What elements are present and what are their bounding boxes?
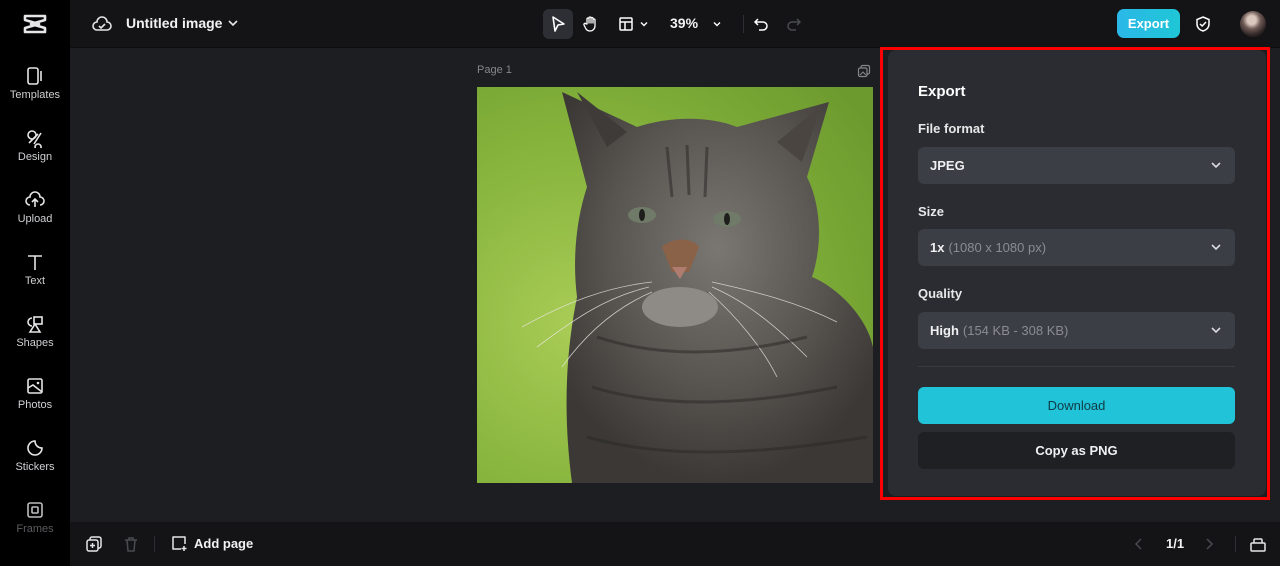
size-detail: (1080 x 1080 px) <box>948 240 1047 255</box>
frames-icon <box>27 502 43 518</box>
shapes-icon <box>27 316 43 333</box>
text-icon <box>28 255 42 270</box>
rail-item-templates[interactable]: Templates <box>0 66 70 122</box>
next-page-icon[interactable] <box>1200 535 1218 553</box>
pages-panel-icon[interactable] <box>1249 535 1267 553</box>
rail-item-shapes[interactable]: Shapes <box>0 314 70 370</box>
hand-tool-button[interactable] <box>576 9 606 39</box>
add-page-icon <box>172 536 187 551</box>
user-avatar[interactable] <box>1240 11 1266 37</box>
export-panel: Export File format JPEG Size 1x (1080 x … <box>888 50 1266 496</box>
rail-label: Upload <box>17 213 53 225</box>
chevron-down-icon <box>713 22 721 27</box>
photos-icon <box>27 378 43 394</box>
quality-value: High <box>930 323 959 338</box>
canvas-image-cat[interactable] <box>477 87 873 483</box>
bottom-bar: Add page 1/1 <box>70 522 1280 566</box>
rail-label: Design <box>17 151 53 163</box>
hand-icon <box>583 16 596 32</box>
trash-icon[interactable] <box>122 535 140 553</box>
layout-menu-button[interactable] <box>612 9 656 39</box>
rail-item-design[interactable]: Design <box>0 128 70 184</box>
panel-divider <box>918 366 1235 367</box>
bottombar-divider <box>154 536 155 552</box>
rail-label: Frames <box>16 523 54 535</box>
templates-icon <box>27 67 42 85</box>
page-label: Page 1 <box>477 64 512 76</box>
chevron-down-icon <box>1211 244 1221 251</box>
chevron-down-icon <box>640 22 648 27</box>
add-page-label: Add page <box>194 535 254 551</box>
quality-label: Quality <box>918 286 963 301</box>
copy-as-png-button[interactable]: Copy as PNG <box>918 432 1235 469</box>
rail-label: Templates <box>9 89 61 101</box>
toolbar-divider <box>743 15 744 33</box>
capcut-logo-icon <box>23 14 47 34</box>
cloud-sync-icon[interactable] <box>92 14 112 34</box>
quality-select[interactable]: High (154 KB - 308 KB) <box>918 312 1235 349</box>
cursor-icon <box>552 16 565 32</box>
size-label: Size <box>918 204 945 219</box>
page-counter: 1/1 <box>1166 536 1185 551</box>
rail-item-stickers[interactable]: Stickers <box>0 438 70 494</box>
rail-item-frames[interactable]: Frames <box>0 500 70 556</box>
size-select[interactable]: 1x (1080 x 1080 px) <box>918 229 1235 266</box>
file-format-select[interactable]: JPEG <box>918 147 1235 184</box>
duplicate-page-icon[interactable] <box>85 535 103 553</box>
redo-button[interactable] <box>779 9 809 39</box>
chevron-down-icon <box>1211 162 1221 169</box>
rail-label: Photos <box>17 399 53 411</box>
file-format-value: JPEG <box>930 158 965 173</box>
zoom-level[interactable]: 39% <box>670 15 698 31</box>
rail-label: Shapes <box>16 337 54 349</box>
upload-icon <box>25 191 45 207</box>
cat-photo-illustration <box>477 87 873 483</box>
export-button[interactable]: Export <box>1117 9 1180 38</box>
add-page-button[interactable]: Add page <box>170 534 253 552</box>
bottombar-divider <box>1235 536 1236 552</box>
left-rail: Templates Design Upload Text Shapes Phot… <box>0 0 70 566</box>
top-bar: Untitled image 39% Export <box>70 0 1280 48</box>
quality-detail: (154 KB - 308 KB) <box>962 323 1069 338</box>
size-value: 1x <box>930 240 945 255</box>
document-title[interactable]: Untitled image <box>126 15 222 31</box>
redo-icon <box>787 18 802 31</box>
stickers-icon <box>27 440 43 456</box>
undo-icon <box>753 18 768 31</box>
rail-item-text[interactable]: Text <box>0 252 70 308</box>
rail-item-upload[interactable]: Upload <box>0 190 70 246</box>
rail-item-photos[interactable]: Photos <box>0 376 70 432</box>
select-tool-button[interactable] <box>543 9 573 39</box>
undo-button[interactable] <box>746 9 776 39</box>
duplicate-page-icon[interactable] <box>857 64 871 78</box>
zoom-menu-button[interactable] <box>702 9 732 39</box>
file-format-label: File format <box>918 121 985 136</box>
security-button[interactable] <box>1188 9 1218 39</box>
chevron-down-icon <box>1211 327 1221 334</box>
rail-label: Text <box>24 275 46 287</box>
capcut-logo[interactable] <box>0 0 70 48</box>
previous-page-icon[interactable] <box>1130 535 1148 553</box>
chevron-down-icon[interactable] <box>226 16 240 30</box>
capcut-editor: Templates Design Upload Text Shapes Phot… <box>0 0 1280 566</box>
shield-check-icon <box>1196 16 1210 32</box>
export-panel-title: Export <box>918 83 966 100</box>
design-icon <box>27 130 42 148</box>
rail-label: Stickers <box>15 461 55 473</box>
layout-icon <box>619 17 633 31</box>
download-button[interactable]: Download <box>918 387 1235 424</box>
